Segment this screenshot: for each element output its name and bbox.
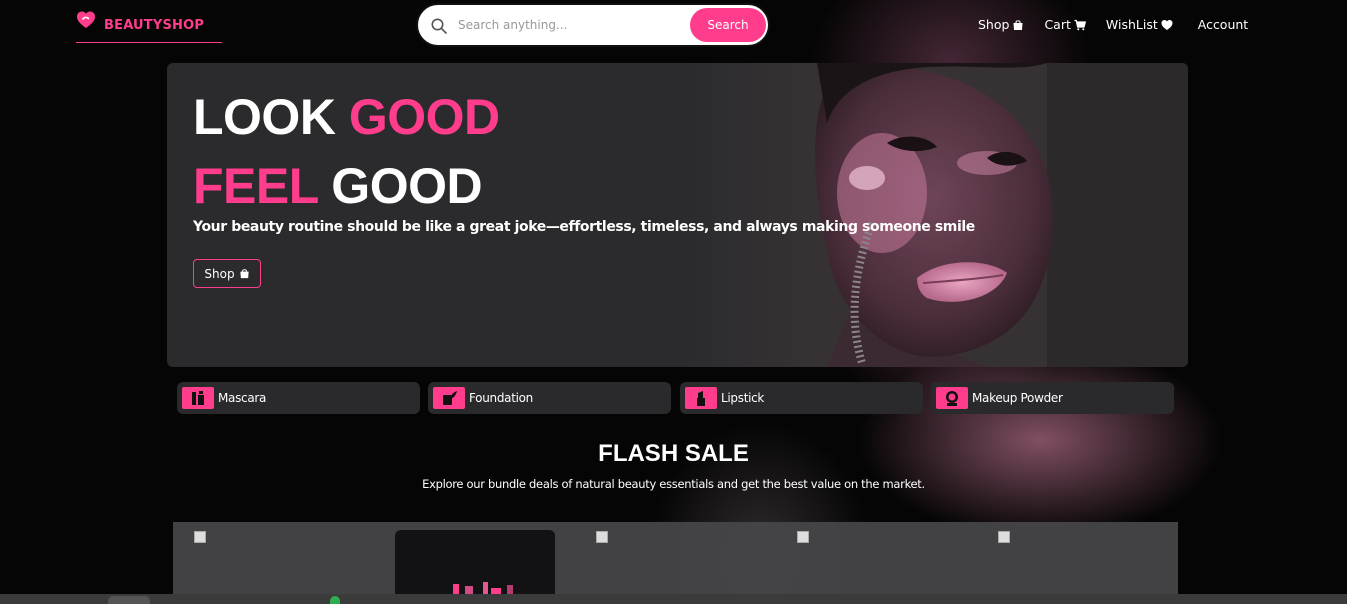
broken-image-icon[interactable]	[596, 531, 608, 543]
taskbar-app[interactable]	[108, 596, 150, 604]
category-makeup-powder[interactable]: Makeup Powder	[931, 382, 1174, 414]
headline-good-1: GOOD	[348, 89, 500, 145]
heart-logo-icon	[77, 11, 95, 28]
brand-name: BEAUTYSHOP	[104, 18, 205, 33]
nav-shop-link[interactable]: Shop	[978, 17, 1024, 32]
flash-sale-products	[173, 522, 1178, 594]
hero-banner: LOOK GOOD FEEL GOOD Your beauty routine …	[167, 63, 1188, 367]
nav-cart-label: Cart	[1044, 17, 1071, 32]
cart-icon	[1074, 19, 1086, 30]
foundation-icon	[433, 387, 465, 409]
hero-headline: LOOK GOOD FEEL GOOD	[193, 83, 500, 221]
search-bar: Search	[416, 3, 770, 47]
category-label: Makeup Powder	[972, 391, 1063, 405]
category-label: Lipstick	[721, 391, 765, 405]
flash-sale-subtitle: Explore our bundle deals of natural beau…	[422, 477, 925, 491]
brand-logo[interactable]: BEAUTYSHOP	[76, 10, 222, 43]
taskbar-app[interactable]	[330, 596, 340, 604]
nav-wishlist-label: WishList	[1105, 17, 1158, 32]
shopping-bag-icon	[239, 269, 249, 279]
heart-icon	[1161, 19, 1173, 30]
broken-image-icon[interactable]	[194, 531, 206, 543]
hero-model-image	[687, 63, 1188, 367]
nav-shop-label: Shop	[978, 17, 1010, 32]
headline-look: LOOK	[193, 89, 336, 145]
category-bar: Mascara Foundation Lipstick Makeup Powde…	[177, 382, 1177, 414]
nav-account-link[interactable]: Account	[1198, 17, 1248, 32]
mascara-icon	[182, 387, 214, 409]
hero-subtitle: Your beauty routine should be like a gre…	[193, 219, 975, 235]
nav-wishlist-link[interactable]: WishList	[1106, 17, 1173, 32]
powder-icon	[936, 387, 968, 409]
search-icon	[431, 18, 447, 34]
category-foundation[interactable]: Foundation	[428, 382, 671, 414]
navbar: BEAUTYSHOP Search Shop Cart WishList	[0, 0, 1347, 50]
nav-cart-link[interactable]: Cart	[1044, 17, 1086, 32]
hero-shop-button[interactable]: Shop	[193, 259, 261, 288]
broken-image-icon[interactable]	[998, 531, 1010, 543]
headline-good-2: GOOD	[331, 158, 483, 214]
flash-sale-title: FLASH SALE	[598, 440, 749, 467]
shopping-bag-icon	[1013, 19, 1023, 30]
os-taskbar	[0, 594, 1347, 604]
category-lipstick[interactable]: Lipstick	[680, 382, 923, 414]
hero-shop-label: Shop	[204, 266, 235, 281]
product-image	[395, 530, 555, 594]
nav-account-label: Account	[1197, 17, 1249, 32]
broken-image-icon[interactable]	[797, 531, 809, 543]
category-label: Mascara	[218, 391, 267, 405]
nav-links: Shop Cart WishList Account	[978, 17, 1248, 32]
category-mascara[interactable]: Mascara	[177, 382, 420, 414]
category-label: Foundation	[469, 391, 533, 405]
product-card[interactable]	[395, 530, 555, 594]
search-button[interactable]: Search	[690, 8, 766, 42]
lipstick-icon	[685, 387, 717, 409]
search-input[interactable]	[458, 14, 684, 36]
headline-feel: FEEL	[193, 158, 318, 214]
